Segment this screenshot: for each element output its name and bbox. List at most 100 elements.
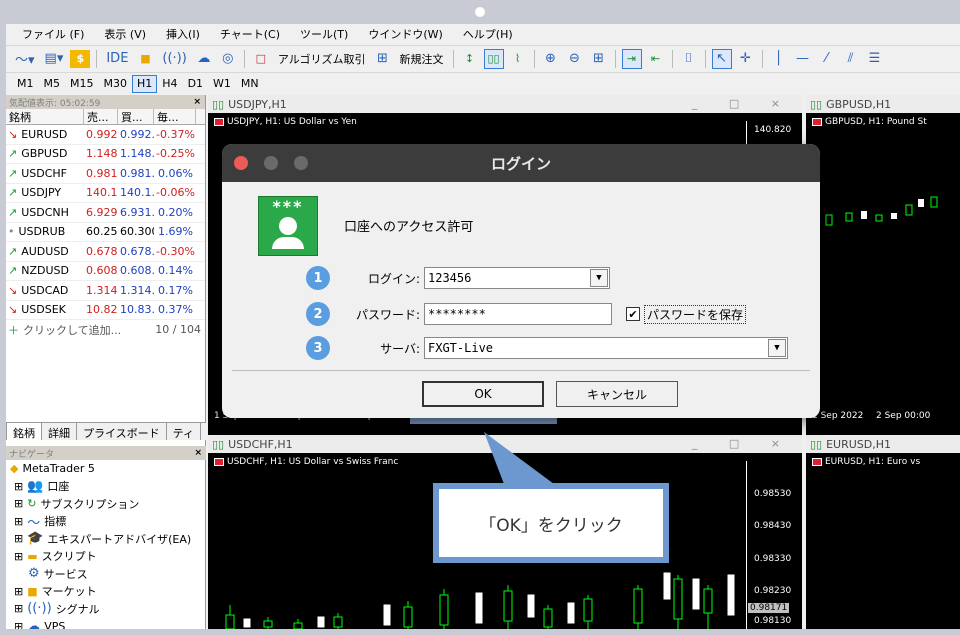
nav-item-expert-advisors[interactable]: ⊞ 🎓 エキスパートアドバイザ(EA) [6,530,206,548]
nav-item-subscriptions[interactable]: ⊞ ↻ サブスクリプション [6,495,206,513]
nav-item-services[interactable]: ⚙ サービス [6,565,206,583]
maximize-window-icon[interactable] [294,156,308,170]
nav-item-scripts[interactable]: ⊞ ▬ スクリプト [6,548,206,566]
tab-details[interactable]: 詳細 [42,423,77,440]
dollar-icon[interactable]: $ [70,49,91,68]
zoom-out-icon[interactable]: ⊖ [565,49,585,69]
server-select[interactable]: FXGT-Live ▼ [424,337,788,359]
shopping-bag-icon[interactable]: ■ [135,49,155,69]
market-watch-row[interactable]: ↘USDCAD 1.314...1.314... 0.17% [6,281,205,301]
tab-symbols[interactable]: 銘柄 [6,423,42,440]
fibonacci-icon[interactable]: ☰ [865,49,885,69]
cancel-button[interactable]: キャンセル [556,381,678,407]
chart-shift-icon[interactable]: ⇤ [646,49,666,69]
save-password-checkbox[interactable]: ✔ [626,307,640,321]
close-window-icon[interactable] [234,156,248,170]
market-watch-row[interactable]: ↗AUDUSD0.678...0.678...-0.30% [6,242,205,262]
market-watch-row[interactable]: ↗NZDUSD 0.608...0.608... 0.14% [6,262,205,281]
autoscroll-icon[interactable]: ⇥ [621,48,642,69]
bar-chart-icon[interactable]: ↕ [460,49,480,69]
screenshot-icon[interactable]: ⌷ [679,49,699,69]
cursor-icon[interactable]: ↖ [711,48,732,69]
menu-tools[interactable]: ツール(T) [290,26,358,42]
chevron-down-icon[interactable]: ▼ [590,269,608,287]
expand-icon[interactable]: ⊞ [14,480,23,493]
horizontal-line-icon[interactable]: — [793,49,813,69]
new-order-button[interactable]: 新規注文 [397,49,447,69]
tab-ticks[interactable]: ティ [167,423,202,440]
nav-item-signals[interactable]: ⊞ ((·)) シグナル [6,600,206,618]
new-order-icon[interactable]: ⊞ [373,49,393,69]
timeframe-m15[interactable]: M15 [65,75,99,93]
timeframe-m1[interactable]: M1 [12,75,39,93]
market-watch-row[interactable]: ↗USDJPY140.1...140.1...-0.06% [6,184,205,203]
market-watch-row[interactable]: ↘EURUSD0.992...0.992...-0.37% [6,125,205,145]
minimize-window-icon[interactable] [264,156,278,170]
market-watch-row[interactable]: ↘USDSEK 10.82...10.83... 0.37% [6,301,205,320]
window-controls[interactable]: _ □ × [692,437,794,450]
channel-icon[interactable]: ⫽ [841,49,861,69]
network-icon[interactable]: ◎ [218,49,238,69]
line-chart-icon[interactable]: ⌇ [508,49,528,69]
login-input[interactable]: 123456 ▼ [424,267,610,289]
cloud-icon[interactable]: ☁ [194,49,214,69]
algo-trading-button[interactable]: アルゴリズム取引 [275,49,369,69]
column-ask[interactable]: 買... [118,109,154,124]
tile-windows-icon[interactable]: ⊞ [589,49,609,69]
timeframe-d1[interactable]: D1 [183,75,208,93]
market-watch-row[interactable]: •USDRUB 60.25060.300 1.69% [6,223,205,242]
timeframe-mn[interactable]: MN [236,75,264,93]
expand-icon[interactable]: ⊞ [14,620,23,629]
expand-icon[interactable]: ⊞ [14,585,23,598]
chart-eurusd[interactable]: ▯▯ EURUSD,H1 EURUSD, H1: Euro vs [806,435,960,629]
timeframe-w1[interactable]: W1 [208,75,236,93]
expand-icon[interactable]: ⊞ [14,515,23,528]
menu-window[interactable]: ウインドウ(W) [358,26,452,42]
nav-item-indicators[interactable]: ⊞ 〜指標 [6,513,206,531]
timeframe-h4[interactable]: H4 [157,75,182,93]
expand-icon[interactable]: ⊞ [14,532,23,545]
password-input[interactable]: ******** [424,303,612,325]
market-watch-row[interactable]: ↗USDCNH 6.929...6.931... 0.20% [6,203,205,223]
timeframe-h1[interactable]: H1 [132,74,158,93]
timeframe-m30[interactable]: M30 [99,75,133,93]
nav-item-metatrader[interactable]: ◆ MetaTrader 5 [6,460,206,478]
close-icon[interactable]: × [193,97,201,107]
add-symbol-row[interactable]: ＋ クリックして追加... 10 / 104 [6,320,205,340]
new-chart-icon[interactable]: ▤▾ [42,49,67,69]
ide-button[interactable]: IDE [103,49,131,69]
menu-help[interactable]: ヘルプ(H) [453,26,523,42]
zoom-in-icon[interactable]: ⊕ [541,49,561,69]
vertical-line-icon[interactable]: │ [769,49,789,69]
save-password-label[interactable]: パスワードを保存 [644,304,747,324]
window-controls[interactable]: _ □ × [692,97,794,110]
nav-item-vps[interactable]: ⊞ ☁ VPS [6,618,206,629]
algo-trading-icon[interactable]: □ [251,49,271,69]
timeframe-m5[interactable]: M5 [39,75,66,93]
market-watch-row[interactable]: ↗GBPUSD1.148...1.148...-0.25% [6,145,205,164]
ok-button[interactable]: OK [422,381,544,407]
account-access-icon: *** [258,196,318,256]
chart-type-icon[interactable]: 〜▾ [12,49,38,69]
expand-icon[interactable]: ⊞ [14,497,23,510]
candlestick-icon[interactable]: ▯▯ [483,48,504,69]
menu-view[interactable]: 表示 (V) [94,26,156,42]
nav-item-market[interactable]: ⊞ ■ マーケット [6,583,206,601]
crosshair-icon[interactable]: ✛ [736,49,756,69]
chart-gbpusd[interactable]: ▯▯ GBPUSD,H1 GBPUSD, H1: Pound St 1 Sep … [806,95,960,435]
chevron-down-icon[interactable]: ▼ [768,339,786,357]
expand-icon[interactable]: ⊞ [14,602,23,615]
menu-file[interactable]: ファイル (F) [12,26,94,42]
menu-insert[interactable]: 挿入(I) [156,26,210,42]
column-change[interactable]: 毎... [154,109,196,124]
column-symbol[interactable]: 銘柄 [6,109,84,124]
column-bid[interactable]: 売... [84,109,118,124]
signal-icon[interactable]: ((·)) [159,49,189,69]
close-icon[interactable]: × [194,448,202,458]
tab-price-board[interactable]: プライスボード [77,423,167,440]
menu-chart[interactable]: チャート(C) [210,26,290,42]
expand-icon[interactable]: ⊞ [14,550,23,563]
market-watch-row[interactable]: ↗USDCHF 0.981...0.981... 0.06% [6,164,205,184]
nav-item-accounts[interactable]: ⊞ 👥 口座 [6,478,206,496]
trendline-icon[interactable]: ⁄ [817,49,837,69]
